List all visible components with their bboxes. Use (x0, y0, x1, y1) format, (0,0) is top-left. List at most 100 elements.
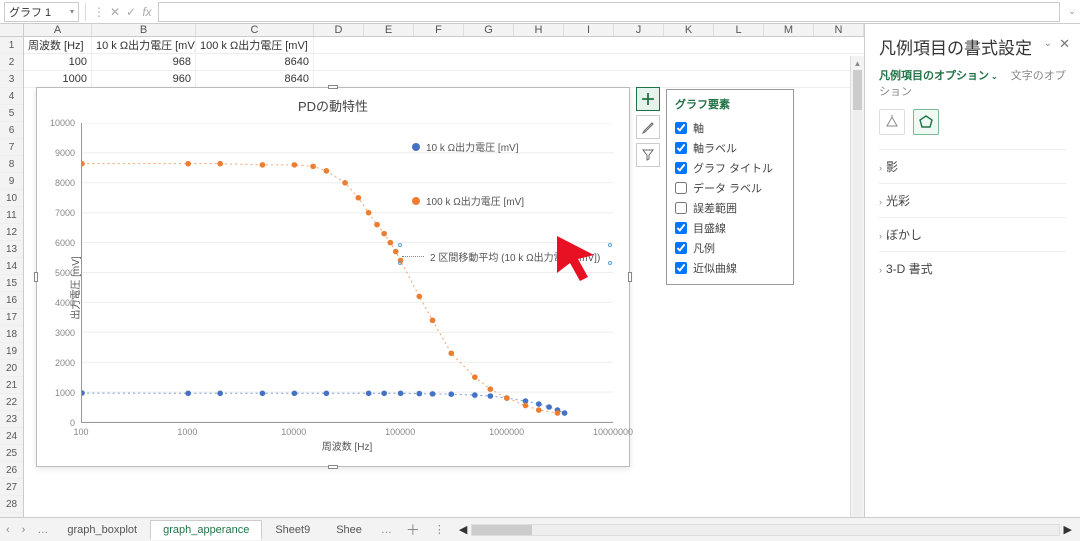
tab-more-icon[interactable]: … (375, 524, 398, 536)
row-header[interactable]: 16 (0, 292, 23, 309)
tab-prev-icon[interactable]: ‹ (0, 524, 16, 536)
scroll-thumb[interactable] (853, 70, 862, 110)
sheet-tab[interactable]: graph_boxplot (54, 520, 150, 540)
name-box[interactable]: グラフ 1 ▾ (4, 2, 79, 22)
cell[interactable]: 100 k Ω出力電圧 [mV] (196, 37, 314, 53)
horizontal-scrollbar[interactable]: ◀ ▶ (451, 523, 1080, 536)
chart-filters-button[interactable] (636, 143, 660, 167)
row-header[interactable]: 21 (0, 377, 23, 394)
confirm-icon[interactable]: ✓ (124, 5, 138, 19)
row-header[interactable]: 10 (0, 190, 23, 207)
row-header[interactable]: 18 (0, 326, 23, 343)
legend-entry[interactable]: 100 k Ω出力電圧 [mV] (412, 193, 524, 208)
tab-more-icon[interactable]: … (31, 524, 54, 536)
cancel-icon[interactable]: ✕ (108, 5, 122, 19)
row-header[interactable]: 5 (0, 105, 23, 122)
row-header[interactable]: 2 (0, 54, 23, 71)
col-header[interactable]: H (514, 24, 564, 36)
col-header[interactable]: L (714, 24, 764, 36)
row-header[interactable]: 27 (0, 479, 23, 496)
col-header[interactable]: K (664, 24, 714, 36)
checkbox[interactable] (675, 142, 687, 154)
scroll-left-icon[interactable]: ◀ (459, 523, 467, 536)
chart-element-item[interactable]: 軸ラベル (675, 138, 785, 158)
row-header[interactable]: 7 (0, 139, 23, 156)
cell[interactable]: 8640 (196, 54, 314, 70)
row-header[interactable]: 11 (0, 207, 23, 224)
chart-element-item[interactable]: 軸 (675, 118, 785, 138)
row-header[interactable]: 29 (0, 513, 23, 517)
scroll-down-icon[interactable]: ▼ (851, 516, 864, 517)
sheet-tab[interactable]: graph_apperance (150, 520, 262, 540)
fx-icon[interactable]: fx (140, 5, 154, 19)
section-glow[interactable]: ›光彩 (879, 183, 1066, 217)
row-header[interactable]: 14 (0, 258, 23, 275)
row-header[interactable]: 28 (0, 496, 23, 513)
scroll-right-icon[interactable]: ▶ (1064, 523, 1072, 536)
chart-elements-button[interactable] (636, 87, 660, 111)
checkbox[interactable] (675, 262, 687, 274)
row-header[interactable]: 22 (0, 394, 23, 411)
row-header[interactable]: 4 (0, 88, 23, 105)
col-header[interactable]: M (764, 24, 814, 36)
chevron-down-icon[interactable]: ⌄ (1044, 38, 1052, 49)
row-header[interactable]: 12 (0, 224, 23, 241)
add-sheet-button[interactable]: ＋ (398, 520, 428, 540)
section-shadow[interactable]: ›影 (879, 149, 1066, 183)
row-header[interactable]: 20 (0, 360, 23, 377)
section-blur[interactable]: ›ぼかし (879, 217, 1066, 251)
cell[interactable]: 1000 (24, 71, 92, 87)
row-header[interactable]: 19 (0, 343, 23, 360)
chart-element-item[interactable]: 近似曲線 (675, 258, 785, 278)
resize-handle[interactable] (328, 85, 338, 89)
fill-outline-icon[interactable] (879, 109, 905, 135)
col-header[interactable]: C (196, 24, 314, 36)
x-axis-label[interactable]: 周波数 [Hz] (81, 438, 613, 453)
more-icon[interactable]: ⋮ (92, 5, 106, 19)
row-header[interactable]: 24 (0, 428, 23, 445)
checkbox[interactable] (675, 222, 687, 234)
row-header[interactable]: 9 (0, 173, 23, 190)
tab-next-icon[interactable]: › (16, 524, 32, 536)
cell-grid[interactable]: 周波数 [Hz] 10 k Ω出力電圧 [mV] 100 k Ω出力電圧 [mV… (24, 37, 864, 517)
chart-object[interactable]: PDの動特性 出力電圧 [mV] 10 k Ω出力電圧 [mV] (36, 87, 630, 467)
checkbox[interactable] (675, 202, 687, 214)
chart-element-item[interactable]: 凡例 (675, 238, 785, 258)
chart-element-item[interactable]: 目盛線 (675, 218, 785, 238)
scroll-thumb[interactable] (472, 525, 532, 535)
col-header[interactable]: J (614, 24, 664, 36)
chart-element-item[interactable]: 誤差範囲 (675, 198, 785, 218)
chart-element-item[interactable]: グラフ タイトル (675, 158, 785, 178)
cell[interactable]: 968 (92, 54, 196, 70)
checkbox[interactable] (675, 182, 687, 194)
col-header[interactable]: F (414, 24, 464, 36)
cell[interactable]: 8640 (196, 71, 314, 87)
col-header[interactable]: G (464, 24, 514, 36)
row-header[interactable]: 26 (0, 462, 23, 479)
chart-title[interactable]: PDの動特性 (37, 88, 629, 123)
chart-element-item[interactable]: データ ラベル (675, 178, 785, 198)
expand-formula-icon[interactable]: ⌄ (1064, 6, 1080, 17)
cell[interactable]: 960 (92, 71, 196, 87)
col-header[interactable]: D (314, 24, 364, 36)
legend-options-tab[interactable]: 凡例項目のオプション⌄ (879, 70, 998, 82)
scroll-up-icon[interactable]: ▲ (851, 56, 864, 70)
cell[interactable]: 10 k Ω出力電圧 [mV] (92, 37, 196, 53)
row-header[interactable]: 25 (0, 445, 23, 462)
col-header[interactable]: B (92, 24, 196, 36)
row-header[interactable]: 8 (0, 156, 23, 173)
sheet-tab[interactable]: Shee (323, 520, 375, 540)
row-header[interactable]: 23 (0, 411, 23, 428)
col-header[interactable]: N (814, 24, 864, 36)
sheet-tab[interactable]: Sheet9 (262, 520, 323, 540)
section-3d[interactable]: ›3-D 書式 (879, 251, 1066, 285)
chevron-down-icon[interactable]: ▾ (70, 7, 74, 16)
checkbox[interactable] (675, 162, 687, 174)
col-header[interactable]: I (564, 24, 614, 36)
vertical-scrollbar[interactable]: ▲ ▼ (850, 56, 864, 517)
checkbox[interactable] (675, 242, 687, 254)
row-header[interactable]: 15 (0, 275, 23, 292)
row-header[interactable]: 6 (0, 122, 23, 139)
cell[interactable]: 周波数 [Hz] (24, 37, 92, 53)
resize-handle[interactable] (328, 465, 338, 469)
